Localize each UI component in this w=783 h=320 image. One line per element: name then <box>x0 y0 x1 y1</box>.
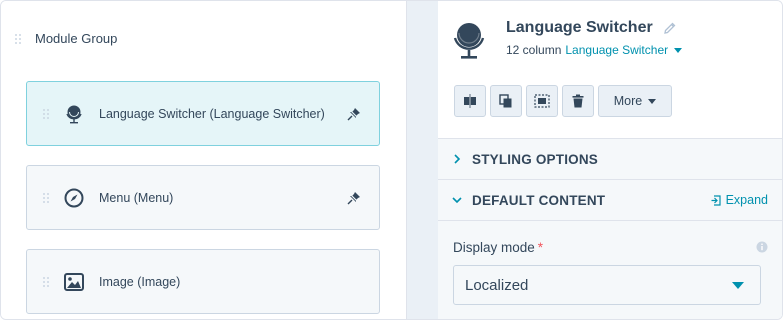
module-group-title: Module Group <box>35 31 118 46</box>
module-group-header[interactable]: Module Group <box>15 31 117 46</box>
pin-icon[interactable] <box>345 189 363 207</box>
module-header: Language Switcher 12 column Language Swi… <box>452 19 683 61</box>
expand-label: Expand <box>725 193 768 207</box>
display-mode-label: Display mode <box>453 240 535 255</box>
module-settings-panel: Language Switcher 12 column Language Swi… <box>438 1 782 319</box>
info-icon[interactable] <box>756 241 768 253</box>
chevron-right-icon <box>454 154 461 164</box>
drag-handle-icon[interactable] <box>43 108 49 119</box>
display-mode-select[interactable]: Localized <box>453 265 761 305</box>
module-title: Language Switcher <box>506 19 653 36</box>
module-title-row: Language Switcher <box>506 19 682 37</box>
app-frame: Module Group Language Switcher (Language… <box>0 0 783 320</box>
expand-icon <box>711 194 721 206</box>
column-width-text: 12 column <box>506 43 562 57</box>
chevron-down-icon[interactable] <box>674 47 683 53</box>
chevron-down-icon <box>732 281 744 289</box>
required-marker: * <box>537 240 544 255</box>
chevron-down-icon <box>452 197 462 204</box>
more-label: More <box>613 94 643 108</box>
module-label: Image (Image) <box>99 274 181 289</box>
globe-icon <box>452 19 488 61</box>
section-styling-options[interactable]: STYLING OPTIONS <box>438 138 782 179</box>
compass-icon <box>63 187 85 209</box>
module-item-language-switcher[interactable]: Language Switcher (Language Switcher) <box>26 81 380 146</box>
globe-icon <box>63 103 85 125</box>
display-mode-field: Display mode * Localized <box>438 220 782 319</box>
module-toolbar: More <box>454 85 676 117</box>
module-subtitle: 12 column Language Switcher <box>506 43 683 57</box>
field-label: Display mode * <box>453 240 543 255</box>
module-label: Menu (Menu) <box>99 190 174 205</box>
copy-button[interactable] <box>490 85 522 117</box>
section-title: DEFAULT CONTENT <box>472 192 606 208</box>
split-button[interactable] <box>454 85 486 117</box>
pin-icon[interactable] <box>345 105 363 123</box>
module-label: Language Switcher (Language Switcher) <box>99 106 325 121</box>
module-type-dropdown[interactable]: Language Switcher <box>565 43 668 57</box>
chevron-down-icon <box>648 98 657 104</box>
split-icon <box>464 94 476 108</box>
select-icon <box>534 94 550 108</box>
module-item-menu[interactable]: Menu (Menu) <box>26 165 380 230</box>
module-item-image[interactable]: Image (Image) <box>26 249 380 314</box>
trash-icon <box>572 94 584 108</box>
module-group-panel: Module Group Language Switcher (Language… <box>1 1 406 319</box>
selected-value: Localized <box>465 276 529 294</box>
panel-divider[interactable] <box>406 1 438 319</box>
image-icon <box>63 271 85 293</box>
copy-icon <box>499 94 512 108</box>
select-button[interactable] <box>526 85 558 117</box>
section-title: STYLING OPTIONS <box>472 151 599 167</box>
drag-handle-icon[interactable] <box>15 33 21 44</box>
drag-handle-icon[interactable] <box>43 276 49 287</box>
drag-handle-icon[interactable] <box>43 192 49 203</box>
section-default-content[interactable]: DEFAULT CONTENT Expand <box>438 179 782 220</box>
expand-button[interactable]: Expand <box>711 193 768 207</box>
edit-pencil-icon[interactable] <box>663 21 677 35</box>
more-menu-button[interactable]: More <box>598 85 672 117</box>
delete-button[interactable] <box>562 85 594 117</box>
